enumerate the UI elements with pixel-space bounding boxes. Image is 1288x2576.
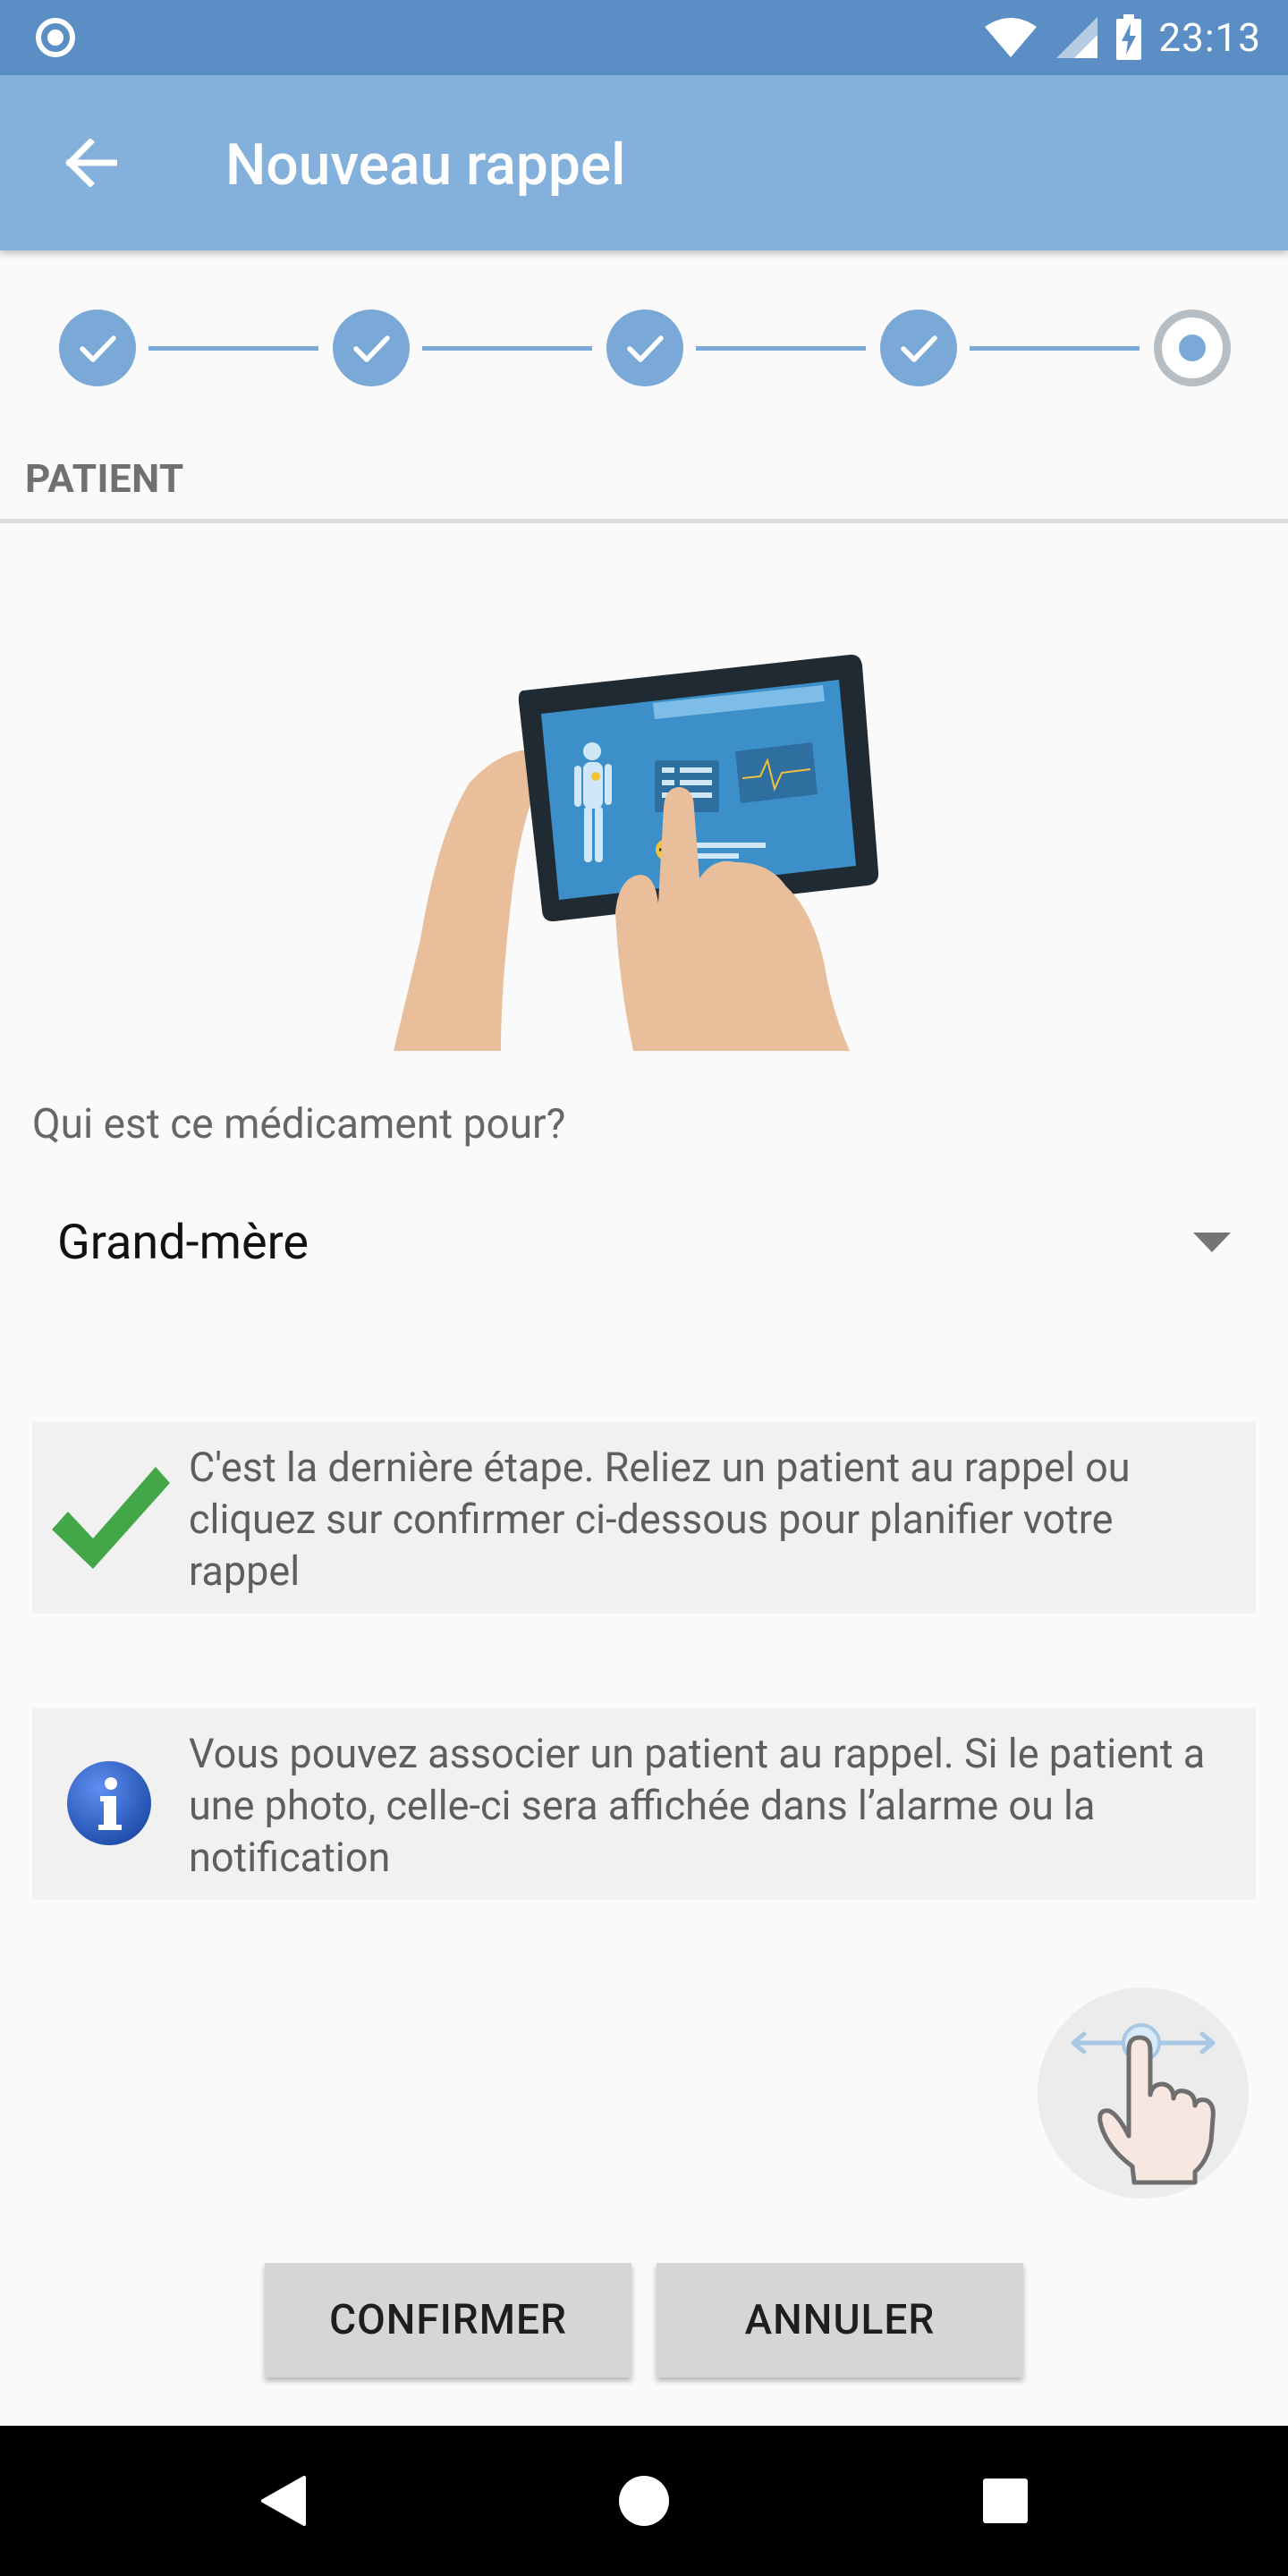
check-icon: [353, 335, 390, 362]
swipe-hint[interactable]: [1038, 1987, 1249, 2199]
nav-recent-button[interactable]: [934, 2426, 1077, 2576]
step-2-done[interactable]: [333, 309, 410, 386]
step-4-done[interactable]: [880, 309, 957, 386]
check-icon: [901, 335, 937, 362]
check-icon: [80, 335, 116, 362]
status-bar: 23:13: [0, 0, 1288, 75]
chevron-down-icon: [1193, 1233, 1231, 1252]
last-step-text: C'est la dernière étape. Reliez un patie…: [189, 1444, 1131, 1595]
step-connector: [422, 346, 592, 351]
nav-back-button[interactable]: [211, 2426, 354, 2576]
cancel-button[interactable]: ANNULER: [657, 2263, 1023, 2377]
battery-charging-icon: [1116, 14, 1142, 60]
info-text: Vous pouvez associer un patient au rappe…: [189, 1730, 1206, 1881]
status-time: 23:13: [1158, 14, 1261, 61]
status-icons: 23:13: [983, 0, 1261, 75]
checkmark-icon: [52, 1467, 170, 1569]
navigation-bar: [0, 2426, 1288, 2576]
arrow-back-icon: [65, 139, 117, 187]
patient-dropdown[interactable]: Grand-mère: [32, 1199, 1231, 1288]
last-step-card: C'est la dernière étape. Reliez un patie…: [32, 1422, 1256, 1614]
info-card: Vous pouvez associer un patient au rappe…: [32, 1708, 1256, 1900]
radio-icon: [36, 18, 75, 57]
info-icon: [67, 1761, 151, 1845]
nav-recent-icon: [983, 2479, 1028, 2523]
signal-icon: [1056, 17, 1098, 58]
step-connector: [970, 346, 1140, 351]
nav-home-icon: [619, 2476, 669, 2526]
step-connector: [148, 346, 318, 351]
app-bar: Nouveau rappel: [0, 75, 1288, 250]
section-title: PATIENT: [25, 455, 184, 502]
step-connector: [696, 346, 866, 351]
check-icon: [627, 335, 664, 362]
question-label: Qui est ce médicament pour?: [32, 1100, 566, 1148]
step-3-done[interactable]: [606, 309, 683, 386]
nav-home-button[interactable]: [572, 2426, 716, 2576]
confirm-button[interactable]: CONFIRMER: [265, 2263, 631, 2377]
step-1-done[interactable]: [59, 309, 136, 386]
step-5-current[interactable]: [1154, 309, 1231, 386]
page-title: Nouveau rappel: [225, 131, 626, 199]
dropdown-selected-value: Grand-mère: [57, 1215, 309, 1271]
swipe-gesture-icon: [1071, 2023, 1216, 2185]
back-button[interactable]: [50, 122, 132, 204]
section-divider: [0, 519, 1288, 523]
nav-back-icon: [261, 2476, 306, 2526]
tablet-illustration: [394, 654, 879, 1051]
progress-stepper: [0, 295, 1288, 402]
wifi-icon: [985, 18, 1038, 57]
